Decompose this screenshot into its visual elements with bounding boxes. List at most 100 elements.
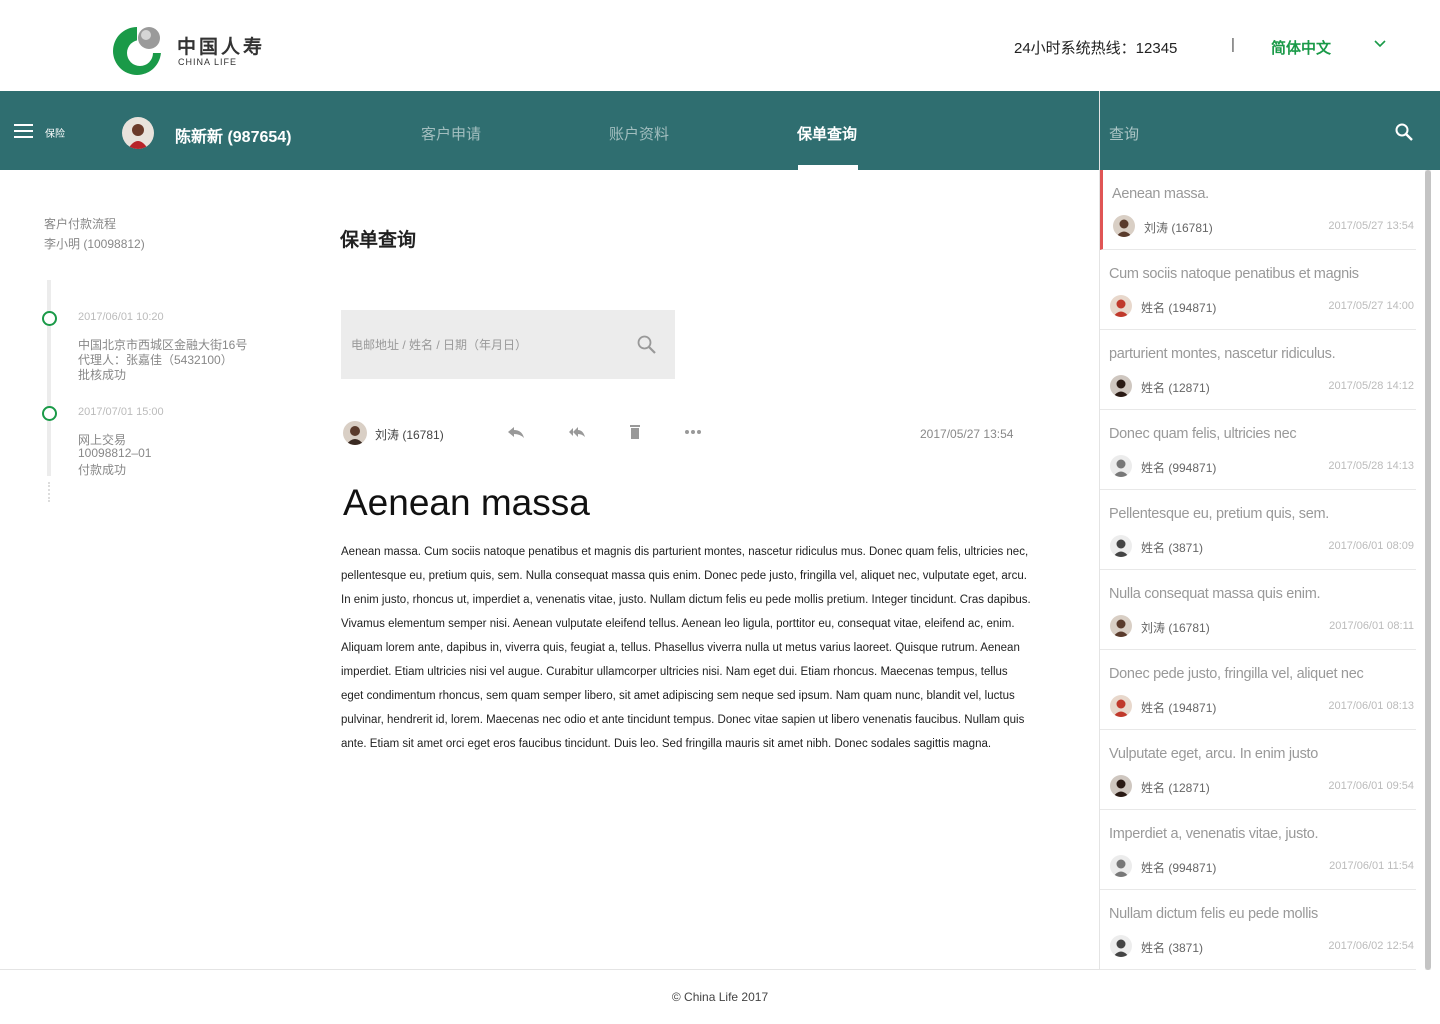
list-item-title[interactable]: parturient montes, nascetur ridiculus.: [1109, 346, 1336, 362]
list-item-title[interactable]: Aenean massa.: [1112, 186, 1209, 202]
tab-policy-query[interactable]: 保单查询: [797, 123, 857, 144]
main-navbar: 保险 陈新新 (987654) 客户申请 账户资料 保单查询: [0, 91, 1099, 170]
list-item-user: 刘涛 (16781): [1144, 221, 1213, 235]
logo-mark-icon: [113, 26, 162, 75]
list-item[interactable]: Nullam dictum felis eu pede mollis 姓名 (38…: [1100, 890, 1416, 970]
avatar: [1110, 615, 1132, 637]
list-item[interactable]: Pellentesque eu, pretium quis, sem. 姓名 (3…: [1100, 490, 1416, 570]
list-item-title[interactable]: Cum sociis natoque penatibus et magnis: [1109, 266, 1359, 282]
avatar: [1110, 535, 1132, 557]
message-sender[interactable]: 刘涛 (16781): [375, 426, 444, 443]
content-bottom-divider: [0, 969, 1099, 970]
reply-all-icon[interactable]: [568, 424, 586, 440]
list-item[interactable]: Imperdiet a, venenatis vitae, justo. 姓名 (…: [1100, 810, 1416, 890]
tab-customer-application[interactable]: 客户申请: [421, 123, 481, 144]
list-item[interactable]: Donec quam felis, ultricies nec 姓名 (99487…: [1100, 410, 1416, 490]
list-item[interactable]: Donec pede justo, fringilla vel, aliquet…: [1100, 650, 1416, 730]
list-item-user: 姓名 (12871): [1141, 381, 1210, 395]
sidebar-search-label[interactable]: 查询: [1109, 123, 1139, 144]
avatar: [1110, 855, 1132, 877]
list-item-date: 2017/06/01 09:54: [1328, 780, 1414, 792]
timeline-continuation: [48, 482, 50, 502]
timeline-date: 2017/07/01 15:00: [78, 406, 164, 418]
timeline-text: 10098812–01: [78, 446, 152, 460]
search-placeholder[interactable]: 电邮地址 / 姓名 / 日期（年月日）: [351, 336, 527, 353]
list-item-user: 姓名 (994871): [1141, 461, 1217, 475]
footer-copyright: © China Life 2017: [671, 990, 769, 1004]
list-item-date: 2017/05/27 13:54: [1328, 220, 1414, 232]
search-icon[interactable]: [1395, 123, 1413, 141]
search-icon[interactable]: [637, 335, 656, 354]
china-life-logo[interactable]: 中国人寿 CHINA LIFE: [112, 26, 292, 78]
avatar: [1110, 375, 1132, 397]
active-tab-indicator: [798, 165, 858, 170]
list-item-user: 姓名 (194871): [1141, 301, 1217, 315]
hotline-text: 24小时系统热线：12345: [1014, 40, 1178, 57]
user-avatar[interactable]: [122, 117, 154, 149]
list-item-date: 2017/05/27 14:00: [1328, 300, 1414, 312]
list-item-date: 2017/06/01 08:09: [1328, 540, 1414, 552]
current-user-name[interactable]: 陈新新 (987654): [175, 123, 292, 147]
list-item-date: 2017/05/28 14:12: [1328, 380, 1414, 392]
list-item[interactable]: Vulputate eget, arcu. In enim justo 姓名 (1…: [1100, 730, 1416, 810]
menu-label[interactable]: 保险: [45, 125, 65, 140]
list-item-title[interactable]: Donec quam felis, ultricies nec: [1109, 426, 1297, 442]
timeline-node: [42, 311, 57, 326]
top-header: 中国人寿 CHINA LIFE 24小时系统热线：12345 | 简体中文: [0, 0, 1440, 91]
message-date: 2017/05/27 13:54: [920, 427, 1014, 441]
avatar: [1110, 775, 1132, 797]
list-item-title[interactable]: Imperdiet a, venenatis vitae, justo.: [1109, 826, 1319, 842]
list-item-title[interactable]: Donec pede justo, fringilla vel, aliquet…: [1109, 666, 1364, 682]
timeline-track: [47, 280, 51, 476]
timeline-text: 付款成功: [78, 463, 127, 477]
list-item-user: 姓名 (3871): [1141, 941, 1204, 955]
language-selector[interactable]: 简体中文: [1271, 37, 1331, 58]
message-list: Aenean massa. 刘涛 (16781) 2017/05/27 13:54 C…: [1100, 170, 1425, 970]
list-item-title[interactable]: Nulla consequat massa quis enim.: [1109, 586, 1321, 602]
list-item[interactable]: parturient montes, nascetur ridiculus. 姓名…: [1100, 330, 1416, 410]
avatar: [1110, 695, 1132, 717]
reply-icon[interactable]: [507, 424, 525, 440]
flow-customer: 李小明 (10098812): [44, 237, 145, 251]
chevron-down-icon[interactable]: [1373, 39, 1387, 49]
tab-account-info[interactable]: 账户资料: [609, 123, 669, 144]
list-scrollbar[interactable]: [1425, 170, 1431, 970]
list-item-date: 2017/06/02 12:54: [1328, 940, 1414, 952]
avatar: [1110, 455, 1132, 477]
avatar: [1110, 295, 1132, 317]
header-separator: |: [1231, 36, 1235, 53]
more-icon[interactable]: [684, 424, 702, 440]
page-title: 保单查询: [340, 230, 417, 251]
avatar: [1110, 935, 1132, 957]
list-item-user: 姓名 (994871): [1141, 861, 1217, 875]
flow-title: 客户付款流程: [44, 217, 117, 231]
list-item-date: 2017/06/01 08:13: [1328, 700, 1414, 712]
avatar: [1113, 215, 1135, 237]
list-item[interactable]: Nulla consequat massa quis enim. 刘涛 (1678…: [1100, 570, 1416, 650]
message-heading: Aenean massa: [343, 482, 590, 523]
scrollbar-thumb[interactable]: [1425, 170, 1431, 970]
logo-english-text: CHINA LIFE: [178, 57, 238, 67]
list-item-user: 姓名 (3871): [1141, 541, 1204, 555]
logo-chinese-text: 中国人寿: [177, 37, 266, 58]
list-item[interactable]: Cum sociis natoque penatibus et magnis 姓名…: [1100, 250, 1416, 330]
list-item-user: 姓名 (194871): [1141, 701, 1217, 715]
list-item-title[interactable]: Pellentesque eu, pretium quis, sem.: [1109, 506, 1329, 522]
trash-icon[interactable]: [626, 424, 644, 440]
list-item-date: 2017/06/01 08:11: [1329, 620, 1414, 632]
list-item-user: 姓名 (12871): [1141, 781, 1210, 795]
list-item[interactable]: Aenean massa. 刘涛 (16781) 2017/05/27 13:54: [1100, 170, 1416, 250]
list-item-title[interactable]: Vulputate eget, arcu. In enim justo: [1109, 746, 1318, 762]
list-item-date: 2017/05/28 14:13: [1328, 460, 1414, 472]
sidebar-search-bar[interactable]: 查询: [1100, 91, 1440, 170]
hamburger-menu-icon[interactable]: [14, 124, 33, 138]
timeline-text: 批核成功: [78, 368, 127, 382]
list-item-title[interactable]: Nullam dictum felis eu pede mollis: [1109, 906, 1318, 922]
sender-avatar[interactable]: [343, 421, 367, 445]
message-body: Aenean massa. Cum sociis natoque penatib…: [341, 546, 1031, 750]
timeline-date: 2017/06/01 10:20: [78, 311, 164, 323]
timeline-node: [42, 406, 57, 421]
list-item-user: 刘涛 (16781): [1141, 621, 1210, 635]
list-item-date: 2017/06/01 11:54: [1329, 860, 1414, 872]
policy-search-input[interactable]: 电邮地址 / 姓名 / 日期（年月日）: [341, 310, 675, 379]
